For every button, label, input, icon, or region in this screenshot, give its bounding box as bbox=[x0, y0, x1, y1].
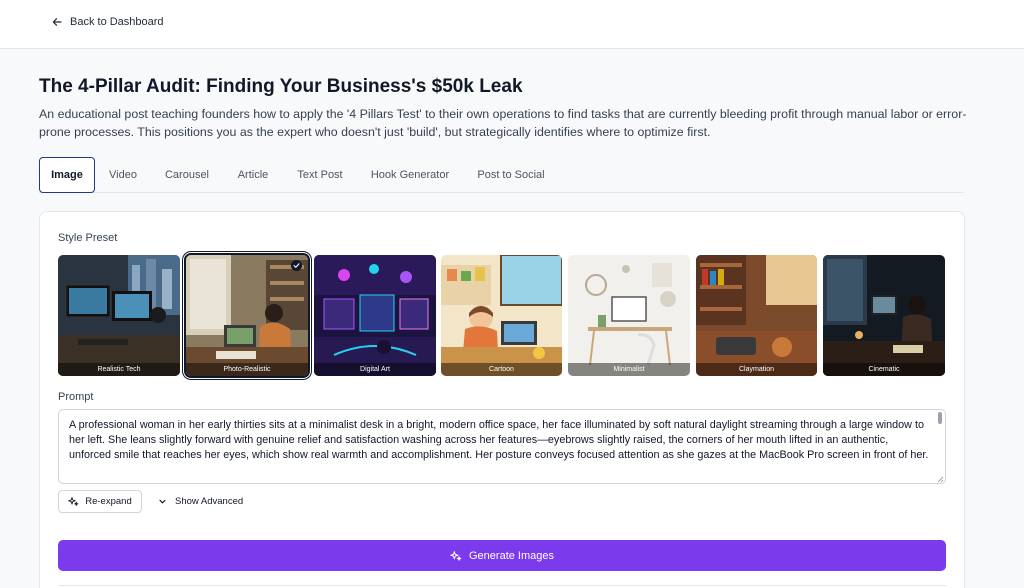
tab-image[interactable]: Image bbox=[39, 157, 95, 193]
photo-realistic-thumbnail bbox=[186, 255, 308, 376]
preset-digital-art[interactable]: Digital Art bbox=[314, 255, 436, 376]
preset-realistic-tech[interactable]: Realistic Tech bbox=[58, 255, 180, 376]
preset-caption: Minimalist bbox=[568, 363, 690, 376]
realistic-tech-thumbnail bbox=[58, 255, 180, 376]
preset-caption: Cinematic bbox=[823, 363, 945, 376]
show-advanced-toggle[interactable]: Show Advanced bbox=[158, 494, 243, 509]
selected-check-icon bbox=[291, 260, 302, 271]
preset-minimalist[interactable]: Minimalist bbox=[568, 255, 690, 376]
preset-claymation[interactable]: Claymation bbox=[696, 255, 817, 376]
tab-article[interactable]: Article bbox=[229, 157, 277, 193]
style-preset-label: Style Preset bbox=[58, 232, 118, 244]
preset-caption: Realistic Tech bbox=[58, 363, 180, 376]
preset-cartoon[interactable]: Cartoon bbox=[441, 255, 562, 376]
page-title: The 4-Pillar Audit: Finding Your Busines… bbox=[39, 76, 523, 97]
tab-video[interactable]: Video bbox=[101, 157, 145, 193]
show-advanced-label: Show Advanced bbox=[175, 496, 244, 507]
resize-handle-icon[interactable] bbox=[937, 476, 944, 483]
preset-caption: Claymation bbox=[696, 363, 817, 376]
generate-images-label: Generate Images bbox=[469, 549, 554, 562]
chevron-down-icon bbox=[159, 499, 166, 504]
preset-cinematic[interactable]: Cinematic bbox=[823, 255, 945, 376]
sparkles-icon bbox=[450, 550, 462, 561]
re-expand-button[interactable]: Re-expand bbox=[58, 490, 142, 513]
digital-art-thumbnail bbox=[314, 255, 436, 376]
page-description: An educational post teaching founders ho… bbox=[39, 107, 967, 139]
content-type-tabs: Image Video Carousel Article Text Post H… bbox=[39, 157, 964, 193]
top-bar: Back to Dashboard bbox=[0, 0, 1024, 49]
back-link-label: Back to Dashboard bbox=[70, 16, 164, 28]
cartoon-thumbnail bbox=[441, 255, 562, 376]
prompt-textarea[interactable]: A professional woman in her early thirti… bbox=[58, 409, 946, 484]
minimalist-thumbnail bbox=[568, 255, 690, 376]
claymation-thumbnail bbox=[696, 255, 817, 376]
prompt-label: Prompt bbox=[58, 391, 94, 403]
arrow-left-icon bbox=[52, 18, 62, 26]
tab-carousel[interactable]: Carousel bbox=[157, 157, 217, 193]
back-to-dashboard-link[interactable]: Back to Dashboard bbox=[52, 16, 164, 28]
tab-text-post[interactable]: Text Post bbox=[289, 157, 351, 193]
tab-hook-generator[interactable]: Hook Generator bbox=[363, 157, 457, 193]
prompt-scrollbar[interactable] bbox=[938, 412, 942, 424]
preset-caption: Cartoon bbox=[441, 363, 562, 376]
sparkles-icon bbox=[68, 497, 79, 506]
preset-caption: Photo-Realistic bbox=[186, 363, 308, 376]
re-expand-label: Re-expand bbox=[85, 496, 132, 507]
tab-post-to-social[interactable]: Post to Social bbox=[469, 157, 553, 193]
preset-photo-realistic[interactable]: Photo-Realistic bbox=[184, 253, 310, 378]
preset-caption: Digital Art bbox=[314, 363, 436, 376]
generate-images-button[interactable]: Generate Images bbox=[58, 540, 946, 571]
cinematic-thumbnail bbox=[823, 255, 945, 376]
